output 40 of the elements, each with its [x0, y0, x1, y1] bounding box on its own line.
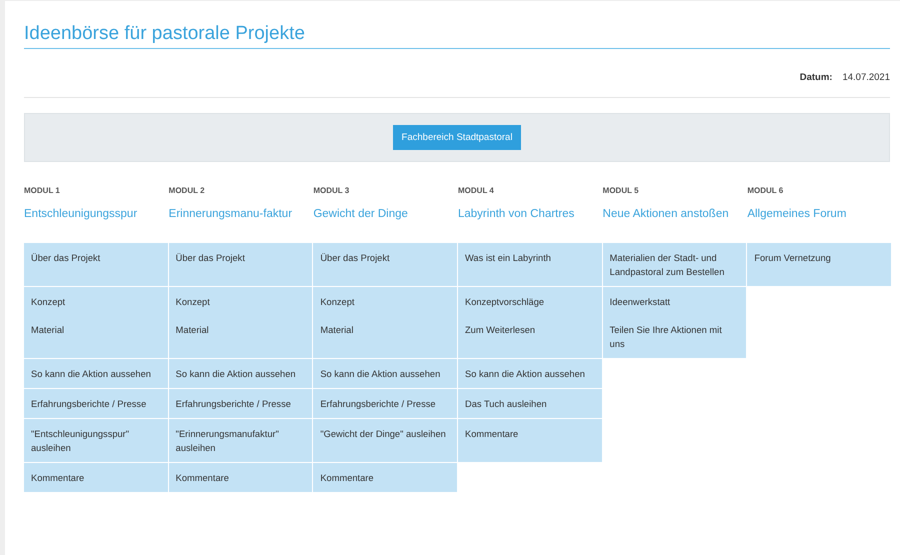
module-link[interactable]: Zum Weiterlesen: [465, 323, 536, 337]
module-link[interactable]: Konzeptvorschläge: [465, 295, 544, 309]
module-link[interactable]: So kann die Aktion aussehen: [176, 367, 296, 381]
module-link[interactable]: Forum Vernetzung: [754, 251, 831, 265]
module-link[interactable]: Kommentare: [465, 427, 518, 441]
module-link[interactable]: So kann die Aktion aussehen: [31, 367, 151, 381]
date-value: 14.07.2021: [842, 72, 890, 83]
module-link[interactable]: Kommentare: [320, 471, 374, 485]
module-link[interactable]: Konzept: [176, 295, 210, 309]
module-link[interactable]: Erfahrungsberichte / Presse: [320, 397, 436, 411]
module-link[interactable]: Erfahrungsberichte / Presse: [31, 397, 146, 411]
module-link[interactable]: Materialien der Stadt- und Landpastoral zum Bestellen: [610, 251, 740, 279]
module-link[interactable]: Kommentare: [31, 471, 84, 485]
module-link[interactable]: Erfahrungsberichte / Presse: [176, 397, 291, 411]
module-link[interactable]: Das Tuch ausleihen: [465, 397, 547, 411]
date-label: Datum:: [800, 72, 832, 83]
module-link[interactable]: Material: [176, 323, 209, 337]
module-label: MODUL 4: [458, 186, 495, 195]
module-link[interactable]: Über das Projekt: [320, 251, 390, 265]
module-link[interactable]: So kann die Aktion aussehen: [320, 367, 440, 381]
module-label: MODUL 2: [168, 186, 206, 195]
module-label: MODUL 5: [602, 186, 640, 195]
module-link[interactable]: Über das Projekt: [176, 251, 245, 265]
module-link[interactable]: Über das Projekt: [31, 251, 100, 265]
module-link[interactable]: Ideenwerkstatt: [610, 295, 670, 309]
module-link[interactable]: "Erinnerungsmanufaktur" ausleihen: [176, 427, 306, 455]
module-link[interactable]: Konzept: [320, 295, 354, 309]
module-link[interactable]: "Gewicht der Dinge" ausleihen: [320, 427, 446, 441]
module-label: MODUL 6: [747, 186, 784, 195]
module-link[interactable]: So kann die Aktion aussehen: [465, 367, 585, 381]
module-label: MODUL 1: [24, 186, 61, 195]
module-link[interactable]: Teilen Sie Ihre Aktionen mit uns: [610, 323, 740, 351]
module-link[interactable]: "Entschleunigungsspur" ausleihen: [31, 427, 161, 455]
module-label: MODUL 3: [313, 186, 350, 195]
module-link[interactable]: Material: [320, 323, 354, 337]
module-link[interactable]: Kommentare: [176, 471, 229, 485]
module-link[interactable]: Konzept: [31, 295, 66, 309]
page-title: Ideenbörse für pastorale Projekte: [24, 1, 890, 49]
module-link[interactable]: Was ist ein Labyrinth: [465, 251, 551, 265]
module-link[interactable]: Material: [31, 323, 64, 337]
